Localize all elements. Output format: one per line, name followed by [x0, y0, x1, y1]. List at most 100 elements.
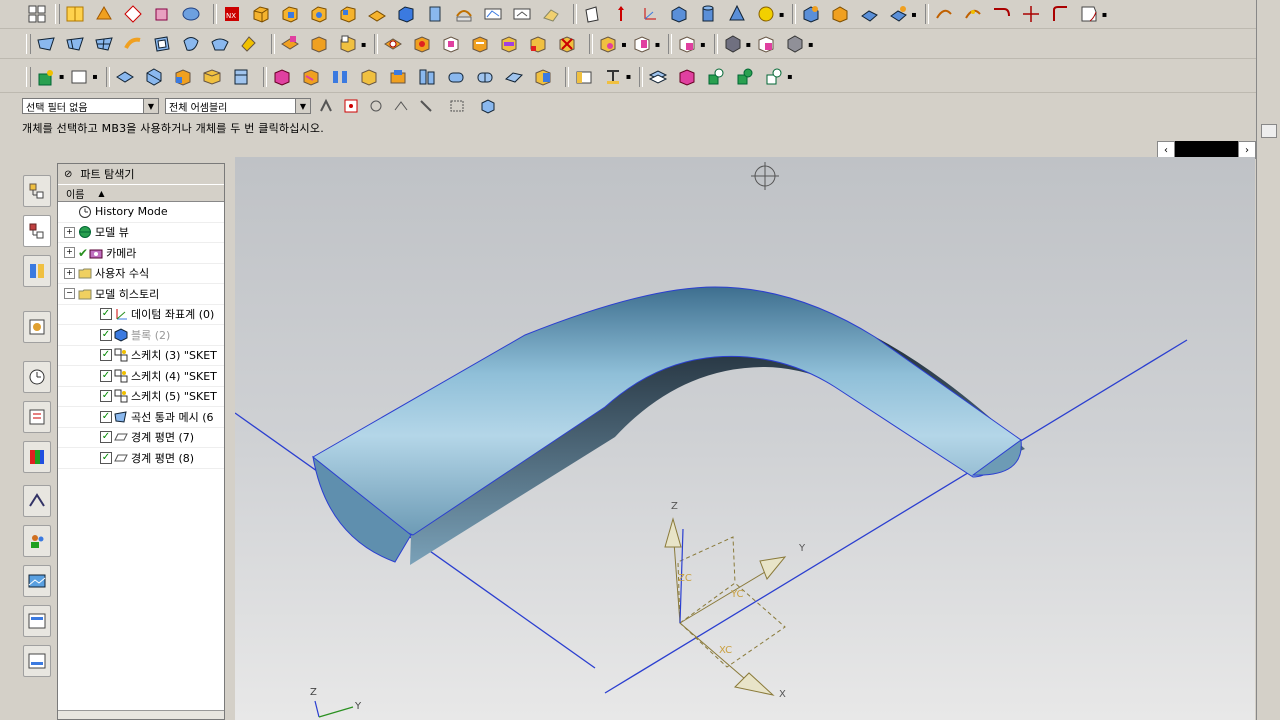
tree-row-bounded-plane-7[interactable]: ✓ 경계 평면 (7): [58, 428, 224, 448]
snap-control-icon[interactable]: [417, 97, 435, 115]
collapse-minus-icon[interactable]: −: [64, 288, 75, 300]
synchronous-icon[interactable]: [722, 33, 744, 55]
pin-icon[interactable]: ⊘: [64, 169, 72, 180]
pattern-feature-icon[interactable]: [597, 33, 619, 55]
offset-curve-icon[interactable]: [991, 3, 1013, 25]
chevron-down-icon[interactable]: ▼: [295, 99, 310, 113]
unite-icon[interactable]: [800, 3, 822, 25]
trim-body-icon[interactable]: [482, 3, 504, 25]
tree-row-history-mode[interactable]: History Mode: [58, 202, 224, 223]
column-header-name[interactable]: 이름 ▲: [58, 184, 224, 202]
history-palette-icon[interactable]: [23, 565, 51, 597]
measure-distance-icon[interactable]: [602, 66, 624, 88]
navigator-hscrollbar[interactable]: [58, 710, 224, 719]
ruled-surface-icon[interactable]: [35, 33, 57, 55]
cube-select-icon[interactable]: [479, 97, 497, 115]
sketch-plane-icon[interactable]: [581, 3, 603, 25]
sew-icon[interactable]: [308, 33, 330, 55]
view-shaded-icon[interactable]: [114, 66, 136, 88]
copy-object-icon[interactable]: [300, 66, 322, 88]
tree-row-cameras[interactable]: + ✔ 카메라: [58, 243, 224, 264]
sphere-icon[interactable]: [755, 3, 777, 25]
revolve-icon[interactable]: [279, 3, 301, 25]
tree-row-sketch-3[interactable]: ✓ 스케치 (3) "SKET: [58, 346, 224, 366]
ui-customize-icon[interactable]: [23, 645, 51, 677]
view-top-icon[interactable]: [201, 66, 223, 88]
bounded-plane-icon[interactable]: [209, 33, 231, 55]
visibility-checkbox[interactable]: ✓: [100, 390, 112, 403]
invert-show-icon[interactable]: [734, 66, 756, 88]
diamond-icon[interactable]: [122, 3, 144, 25]
tree-row-model-views[interactable]: + 모델 뷰: [58, 223, 224, 243]
delete-body-icon[interactable]: [556, 33, 578, 55]
selection-mode-icon[interactable]: [317, 97, 335, 115]
tree-row-bounded-plane-8[interactable]: ✓ 경계 평면 (8): [58, 448, 224, 469]
history-icon[interactable]: [23, 361, 51, 393]
visibility-checkbox[interactable]: ✓: [100, 349, 112, 362]
through-curves-icon[interactable]: [64, 33, 86, 55]
fillet-curve-icon[interactable]: [1049, 3, 1071, 25]
graphics-window[interactable]: Z Y X ZC YC XC Z Y: [235, 157, 1255, 720]
cylinder-icon[interactable]: [180, 3, 202, 25]
cylinder-body-icon[interactable]: [697, 3, 719, 25]
scope-filter-select[interactable]: 전체 어셈블리 ▼: [165, 98, 311, 114]
box-display-icon[interactable]: [532, 66, 554, 88]
expand-plus-icon[interactable]: +: [64, 247, 75, 259]
trim-sheet-icon[interactable]: [337, 33, 359, 55]
constraint-navigator-icon[interactable]: [23, 255, 51, 287]
swept-icon[interactable]: [122, 33, 144, 55]
mirror-feature-icon[interactable]: [631, 33, 653, 55]
show-hide-icon[interactable]: [705, 66, 727, 88]
book-icon[interactable]: [64, 3, 86, 25]
chevron-down-icon[interactable]: ▼: [143, 99, 158, 113]
surface-blend-icon[interactable]: [503, 66, 525, 88]
visibility-checkbox[interactable]: ✓: [100, 328, 112, 341]
tree-row-expressions[interactable]: + 사용자 수식: [58, 264, 224, 284]
eraser-icon[interactable]: [540, 3, 562, 25]
hole-icon[interactable]: [308, 3, 330, 25]
replace-face-icon[interactable]: [755, 33, 777, 55]
boss-icon[interactable]: [337, 3, 359, 25]
scale-body-icon[interactable]: [527, 33, 549, 55]
chamfer-icon[interactable]: [411, 33, 433, 55]
layer-settings-icon[interactable]: [416, 66, 438, 88]
pocket-icon[interactable]: [395, 3, 417, 25]
groove-icon[interactable]: [453, 3, 475, 25]
assembly-navigator-icon[interactable]: [23, 175, 51, 207]
type-filter-select[interactable]: 선택 필터 없음 ▼: [22, 98, 159, 114]
bent-tube-body[interactable]: [312, 286, 1022, 536]
visibility-checkbox[interactable]: ✓: [100, 308, 112, 321]
edge-blend-icon[interactable]: [887, 3, 909, 25]
show-all-icon[interactable]: [763, 66, 785, 88]
assembly-icon[interactable]: [35, 66, 57, 88]
roles-icon[interactable]: [23, 525, 51, 557]
tree-row-datum-csys[interactable]: ✓ 데이텀 좌표계 (0): [58, 305, 224, 325]
visibility-checkbox[interactable]: ✓: [100, 410, 112, 423]
cone-icon[interactable]: [726, 3, 748, 25]
visibility-checkbox[interactable]: ✓: [100, 431, 112, 444]
palette-icon[interactable]: [23, 441, 51, 473]
snap-point-icon[interactable]: [342, 97, 360, 115]
tree-row-model-history[interactable]: − 모델 히스토리: [58, 284, 224, 305]
patch-icon[interactable]: [238, 33, 260, 55]
subtract-icon[interactable]: [829, 3, 851, 25]
block-icon[interactable]: [668, 3, 690, 25]
visibility-checkbox[interactable]: ✓: [100, 369, 112, 382]
wave-link-icon[interactable]: [358, 66, 380, 88]
visibility-checkbox[interactable]: ✓: [100, 451, 112, 464]
cube-arrow-icon[interactable]: [151, 3, 173, 25]
expand-plus-icon[interactable]: +: [64, 226, 75, 238]
trim-curve-icon[interactable]: [1078, 3, 1100, 25]
studio-surface-icon[interactable]: [151, 33, 173, 55]
emboss-icon[interactable]: [387, 66, 409, 88]
extract-geometry-icon[interactable]: [676, 33, 698, 55]
slot-icon[interactable]: [424, 3, 446, 25]
move-object-icon[interactable]: [271, 66, 293, 88]
render-style-icon[interactable]: [647, 66, 669, 88]
part-navigator-icon[interactable]: [23, 215, 51, 247]
spline-icon[interactable]: [962, 3, 984, 25]
expand-plus-icon[interactable]: +: [64, 267, 75, 279]
view-front-icon[interactable]: [230, 66, 252, 88]
tree-row-sketch-5[interactable]: ✓ 스케치 (5) "SKET: [58, 387, 224, 407]
edit-object-display-icon[interactable]: [676, 66, 698, 88]
